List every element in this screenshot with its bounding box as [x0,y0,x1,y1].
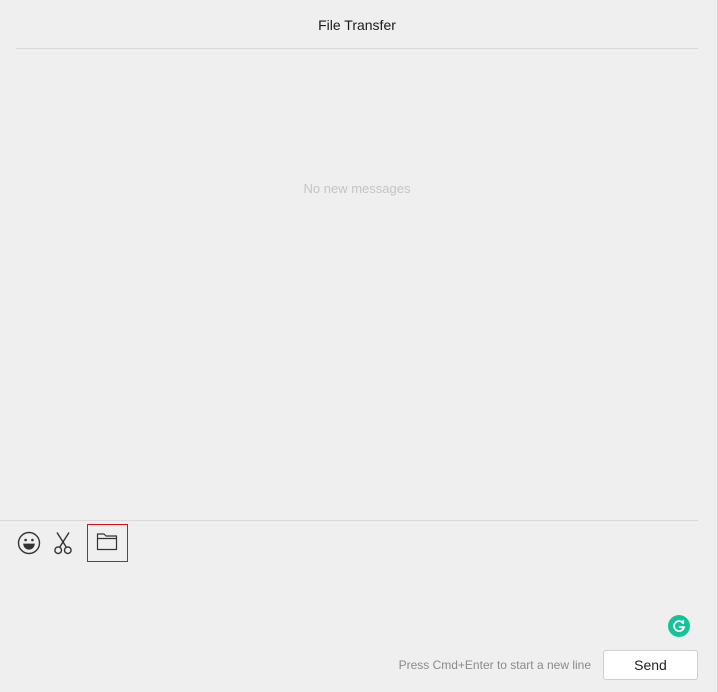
smiley-face-icon [17,531,41,555]
message-list[interactable]: No new messages [0,49,716,520]
send-button[interactable]: Send [603,650,698,680]
chat-window: File Transfer No new messages Press Cmd+… [0,0,718,692]
screenshot-button[interactable] [50,528,76,558]
composer-toolbar [16,524,128,562]
newline-hint: Press Cmd+Enter to start a new line [398,658,591,672]
message-input[interactable] [16,566,702,640]
chat-header: File Transfer [16,0,698,49]
folder-icon [96,533,118,551]
chat-title: File Transfer [318,17,396,33]
emoji-button[interactable] [16,528,42,558]
scissors-icon [54,532,72,555]
composer-divider [0,520,698,521]
grammarly-icon [673,619,686,632]
send-file-button[interactable] [87,524,128,562]
empty-messages-text: No new messages [303,181,411,196]
grammarly-button[interactable] [668,615,690,637]
